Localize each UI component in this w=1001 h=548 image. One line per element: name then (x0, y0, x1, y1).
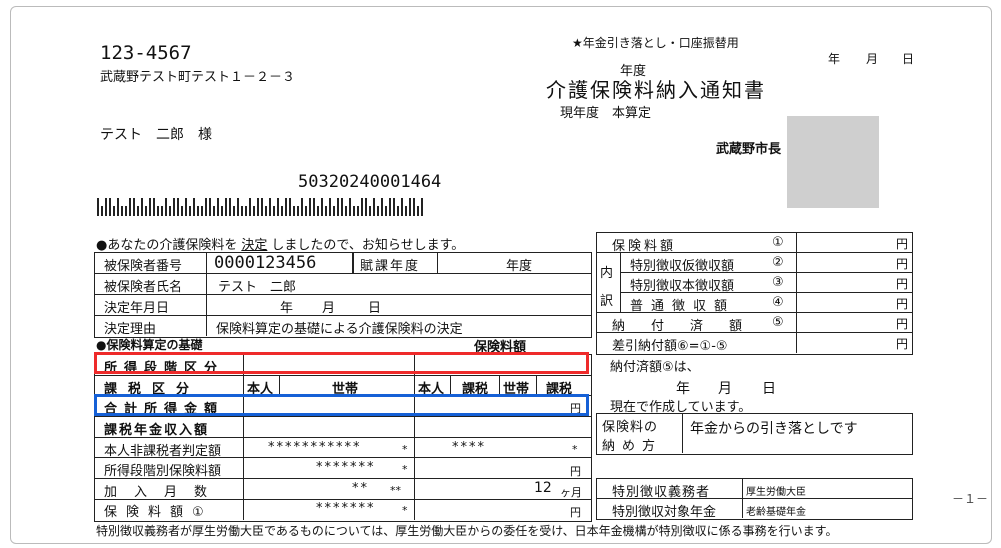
enrolled-months-label: 加入月数 (104, 485, 225, 500)
target-pension-value: 老齢基礎年金 (746, 507, 806, 518)
decision-reason-label: 決定理由 (104, 322, 157, 337)
insured-name-label: 被保険者氏名 (104, 280, 183, 295)
tax-year-label: 賦課年度 (360, 259, 421, 274)
insured-number-label: 被保険者番号 (104, 259, 183, 274)
unit-main: 円 (896, 277, 909, 291)
premium-label: 保険料額① (104, 505, 213, 520)
stage-premium-mark: * (402, 463, 408, 476)
decision-date-day: 日 (368, 301, 382, 316)
paid-note: 納付済額⑤は、 (610, 360, 700, 375)
unit-premium: 円 (896, 237, 909, 251)
summary-premium-label: 保険料額 (612, 239, 677, 254)
target-pension-label: 特別徴収対象年金 (612, 505, 717, 520)
page-title: 介護保険料納入通知書 (546, 78, 766, 102)
provisional-collection-num: ② (772, 255, 784, 270)
provisional-collection-label: 特別徴収仮徴収額 (630, 259, 735, 274)
decision-date-label: 決定年月日 (104, 301, 170, 316)
nontax-judge-value: *********** (268, 440, 362, 455)
unit-provisional: 円 (896, 257, 909, 271)
paid-date-year: 年 (676, 381, 690, 397)
page-number: －１－ (952, 492, 989, 506)
seal-stamp-placeholder (787, 116, 879, 208)
payment-method-label-1: 保険料の (602, 420, 659, 435)
decision-date-month: 月 (322, 301, 336, 316)
notice-decision: 決定 (241, 238, 268, 253)
pension-notice: ★年金引き落とし・口座振替用 (572, 36, 739, 50)
issue-date-month: 月 (866, 52, 879, 66)
basis-header: ●保険料算定の基礎 (96, 338, 203, 352)
payment-method-label-2: 納め方 (602, 439, 663, 454)
unit-paid: 円 (896, 317, 909, 331)
enrolled-months-value: ** (352, 481, 369, 496)
enrolled-months-unit: ヶ月 (560, 486, 582, 499)
addressee: テスト 二郎 様 (100, 127, 212, 143)
address: 武蔵野テスト町テスト１－２－３ (100, 70, 296, 85)
total-income-highlight (94, 394, 589, 416)
premium-mark: * (402, 504, 408, 517)
paid-label: 納付済額 (612, 319, 769, 334)
unit-balance: 円 (896, 337, 909, 351)
enrolled-months-mark: ** (390, 484, 401, 497)
collector-label: 特別徴収義務者 (612, 485, 711, 500)
insured-number-value: 0000123456 (214, 253, 317, 273)
premium-value: ******* (316, 501, 376, 516)
pension-income-label: 課税年金収入額 (104, 423, 210, 438)
summary-premium-num: ① (772, 235, 784, 250)
breakdown-label-top: 内 (600, 266, 614, 281)
balance-label: 差引納付額⑥=①-⑤ (612, 339, 728, 354)
paid-num: ⑤ (772, 315, 784, 330)
page-subtitle: 現年度 本算定 (560, 106, 652, 121)
main-collection-label: 特別徴収本徴収額 (630, 279, 735, 294)
collector-value: 厚生労働大臣 (746, 487, 806, 498)
income-stage-highlight (94, 352, 589, 374)
decision-reason-value: 保険料算定の基礎による介護保険料の決定 (216, 322, 463, 337)
main-collection-num: ③ (772, 275, 784, 290)
stage-premium-value: ******* (316, 460, 376, 475)
nontax-right-mark: * (572, 443, 578, 456)
enrolled-months-right: 12 (534, 480, 552, 496)
normal-collection-num: ④ (772, 295, 784, 310)
paid-date-day: 日 (762, 381, 776, 397)
notice-suffix: しましたので、お知らせします。 (271, 238, 465, 253)
nontax-judge-mark: * (402, 443, 408, 456)
nontax-right-value: **** (452, 440, 486, 455)
normal-collection-label: 普通徴収額 (630, 299, 736, 314)
issuer: 武蔵野市長 (716, 142, 782, 157)
decision-date-year: 年 (280, 301, 294, 316)
notice-line: ●あなたの介護保険料を 決定 しましたので、お知らせします。 (96, 234, 464, 253)
document-number: 50320240001464 (298, 172, 442, 192)
premium-unit: 円 (570, 506, 581, 519)
customer-barcode (97, 198, 442, 216)
stage-premium-label: 所得段階別保険料額 (104, 464, 222, 479)
footer-note: 特別徴収義務者が厚生労働大臣であるものについては、厚生労働大臣からの委任を受け、… (96, 524, 838, 538)
unit-normal: 円 (896, 297, 909, 311)
breakdown-label-bottom: 訳 (600, 294, 614, 309)
notice-prefix: ●あなたの介護保険料を (96, 238, 238, 253)
postal-code: 123-4567 (100, 42, 192, 64)
issue-date-year: 年 (828, 52, 841, 66)
tax-year-value: 年度 (506, 259, 533, 274)
insured-name-value: テスト 二郎 (218, 280, 297, 295)
stage-premium-unit: 円 (570, 465, 581, 478)
paid-date-month: 月 (718, 381, 732, 397)
issue-date-day: 日 (902, 52, 915, 66)
payment-method-value: 年金からの引き落としです (690, 421, 858, 437)
nontax-judge-label: 本人非課税者判定額 (104, 444, 222, 459)
